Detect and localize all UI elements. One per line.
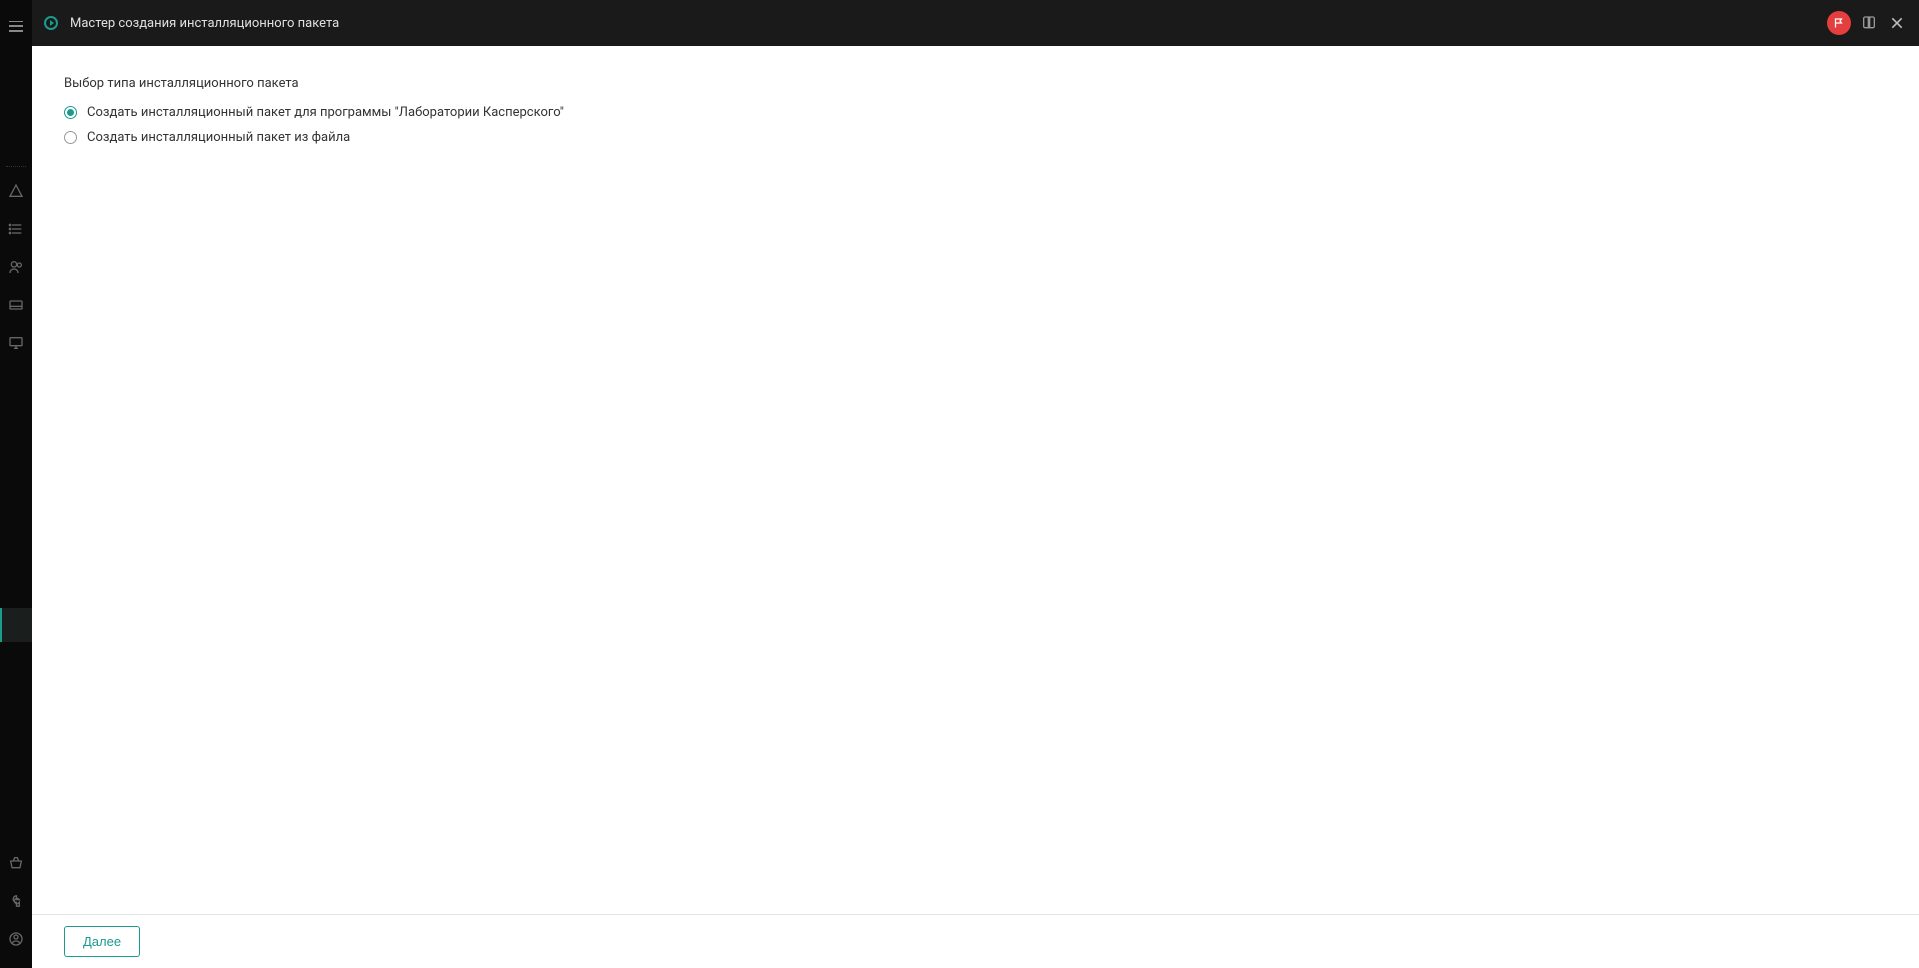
footer: Далее (32, 914, 1919, 968)
book-icon (1861, 15, 1877, 31)
wrench-icon (8, 893, 24, 909)
list-icon (8, 221, 24, 237)
next-button[interactable]: Далее (64, 926, 140, 957)
header-right (1827, 11, 1907, 35)
radio-option-kaspersky[interactable]: Создать инсталляционный пакет для програ… (64, 105, 1887, 120)
basket-icon (8, 855, 24, 871)
help-button[interactable] (1859, 13, 1879, 33)
play-circle-icon (44, 16, 58, 30)
close-button[interactable] (1887, 13, 1907, 33)
radio-button[interactable] (64, 106, 77, 119)
radio-label: Создать инсталляционный пакет из файла (87, 130, 350, 145)
sidebar-item-devices[interactable] (0, 286, 32, 324)
hamburger-icon (9, 21, 23, 32)
main-area: Мастер создания инсталляционного пакета (32, 0, 1919, 968)
sidebar-item-monitor[interactable] (0, 324, 32, 362)
section-title: Выбор типа инсталляционного пакета (64, 76, 1887, 91)
radio-button[interactable] (64, 131, 77, 144)
sidebar-rail (0, 0, 32, 968)
users-icon (8, 259, 24, 275)
sidebar-item-basket[interactable] (0, 844, 32, 882)
content: Выбор типа инсталляционного пакета Созда… (32, 46, 1919, 914)
sidebar-item-users[interactable] (0, 248, 32, 286)
sidebar-item-alert[interactable] (0, 172, 32, 210)
sidebar-item-active-indicator (0, 608, 32, 642)
monitor-icon (8, 335, 24, 351)
close-icon (1889, 15, 1905, 31)
menu-toggle-button[interactable] (0, 10, 32, 42)
header-left: Мастер создания инсталляционного пакета (44, 16, 1815, 31)
page-title: Мастер создания инсталляционного пакета (70, 16, 339, 31)
radio-label: Создать инсталляционный пакет для програ… (87, 105, 564, 120)
alert-icon (8, 183, 24, 199)
account-icon (8, 931, 24, 947)
sidebar-item-account[interactable] (0, 920, 32, 958)
header: Мастер создания инсталляционного пакета (32, 0, 1919, 46)
sidebar-item-list[interactable] (0, 210, 32, 248)
sidebar-icons-top (0, 162, 32, 362)
feedback-button[interactable] (1827, 11, 1851, 35)
flag-icon (1833, 17, 1845, 29)
sidebar-icons-bottom (0, 844, 32, 968)
devices-icon (8, 297, 24, 313)
sidebar-item-wrench[interactable] (0, 882, 32, 920)
radio-option-file[interactable]: Создать инсталляционный пакет из файла (64, 130, 1887, 145)
